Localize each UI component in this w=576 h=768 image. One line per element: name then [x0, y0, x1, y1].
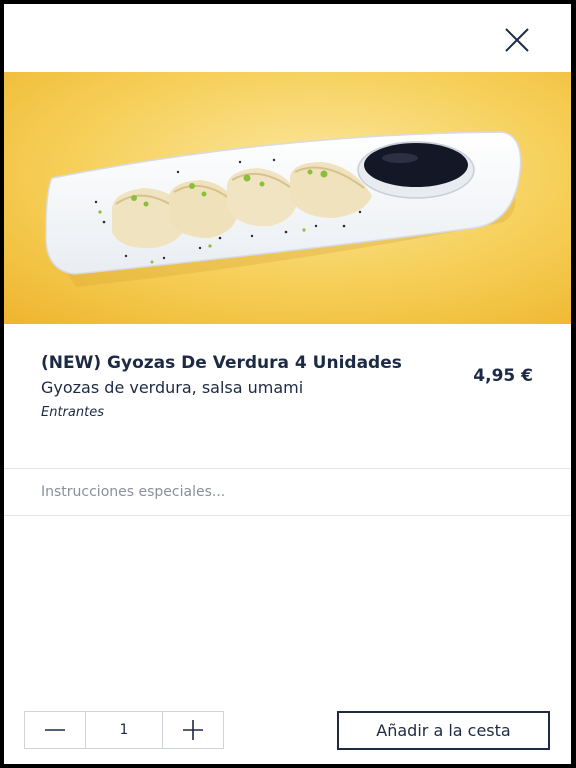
decrement-button[interactable] [25, 712, 85, 748]
special-instructions-input[interactable] [4, 469, 561, 515]
increment-button[interactable] [163, 712, 223, 748]
close-button[interactable] [501, 24, 533, 56]
product-info: (NEW) Gyozas De Verdura 4 Unidades Gyoza… [41, 351, 441, 420]
product-title: (NEW) Gyozas De Verdura 4 Unidades [41, 353, 402, 373]
minus-icon [45, 729, 65, 731]
add-to-cart-button[interactable]: Añadir a la cesta [337, 711, 550, 750]
close-icon [505, 28, 529, 52]
quantity-stepper: 1 [24, 711, 224, 749]
product-image [4, 72, 571, 324]
product-modal: (NEW) Gyozas De Verdura 4 Unidades Gyoza… [4, 4, 571, 764]
product-price: 4,95 € [473, 366, 533, 386]
plus-icon [183, 720, 203, 740]
product-category: Entrantes [41, 405, 104, 420]
gyoza-plate-image [4, 72, 571, 324]
product-description: Gyozas de verdura, salsa umami [41, 378, 304, 397]
special-instructions [4, 468, 571, 516]
quantity-value[interactable]: 1 [85, 712, 163, 748]
